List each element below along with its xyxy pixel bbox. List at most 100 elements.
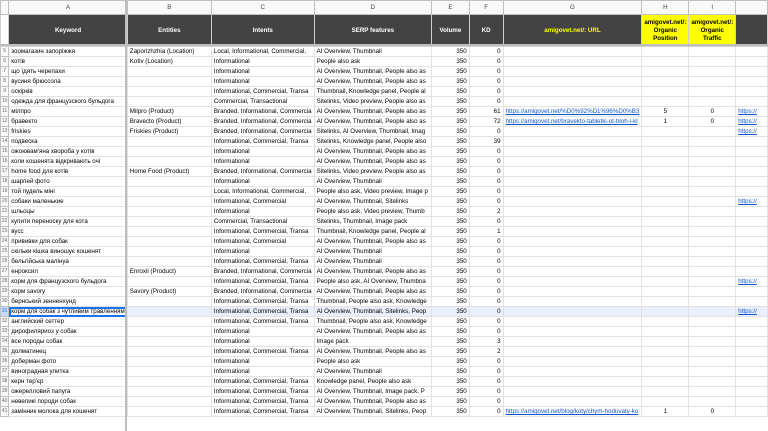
cell-serp-features[interactable]: AI Overview, Thumbnail, People also as xyxy=(313,286,433,297)
cell-url[interactable] xyxy=(502,216,643,227)
cell-volume[interactable]: 350 xyxy=(431,316,470,327)
cell-extra-url[interactable] xyxy=(735,186,768,197)
cell-entities[interactable] xyxy=(126,66,212,77)
cell-entities[interactable] xyxy=(126,256,212,267)
cell-keyword[interactable]: шльоцы xyxy=(8,206,128,217)
cell-serp-features[interactable]: AI Overview, Thumbnail xyxy=(313,176,433,187)
cell-extra-url[interactable]: https:// xyxy=(735,116,768,127)
cell-organic-position[interactable] xyxy=(641,66,690,77)
row-number[interactable]: 35 xyxy=(0,346,10,357)
cell-entities[interactable] xyxy=(126,316,212,327)
cell-intents[interactable]: Informational, Commercial, Transa xyxy=(210,406,315,417)
cell-organic-traffic[interactable] xyxy=(688,176,737,187)
cell-extra-url[interactable]: https:// xyxy=(735,126,768,137)
header-extra[interactable] xyxy=(735,14,768,47)
cell-serp-features[interactable]: AI Overview, Thumbnail, Sitelinks, Peop xyxy=(313,406,433,417)
cell-volume[interactable]: 350 xyxy=(431,226,470,237)
cell-organic-traffic[interactable] xyxy=(688,216,737,227)
cell-extra-url[interactable] xyxy=(735,366,768,377)
header-entities[interactable]: Entities xyxy=(126,14,212,47)
header-volume[interactable]: Volume xyxy=(431,14,470,47)
cell-url[interactable] xyxy=(502,206,643,217)
cell-keyword[interactable]: що їдять черепахи xyxy=(8,66,128,77)
cell-organic-traffic[interactable] xyxy=(688,396,737,407)
cell-kd[interactable]: 2 xyxy=(468,206,504,217)
cell-organic-position[interactable] xyxy=(641,366,690,377)
cell-intents[interactable]: Informational, Commercial, Transa xyxy=(210,386,315,397)
cell-kd[interactable]: 0 xyxy=(468,86,504,97)
cell-kd[interactable]: 0 xyxy=(468,66,504,77)
cell-keyword[interactable]: все породы собак xyxy=(8,336,128,347)
cell-url[interactable] xyxy=(502,156,643,167)
row-number[interactable]: 33 xyxy=(0,326,10,337)
cell-organic-traffic[interactable] xyxy=(688,146,737,157)
cell-url[interactable] xyxy=(502,386,643,397)
cell-serp-features[interactable]: AI Overview, Thumbnail, People also as xyxy=(313,266,433,277)
cell-organic-traffic[interactable]: 0 xyxy=(688,106,737,117)
cell-organic-traffic[interactable] xyxy=(688,336,737,347)
cell-url[interactable] xyxy=(502,286,643,297)
cell-organic-traffic[interactable] xyxy=(688,386,737,397)
row-number[interactable]: 8 xyxy=(0,76,10,87)
cell-intents[interactable]: Informational xyxy=(210,366,315,377)
cell-extra-url[interactable] xyxy=(735,76,768,87)
row-number[interactable]: 38 xyxy=(0,376,10,387)
cell-intents[interactable]: Informational xyxy=(210,156,315,167)
cell-volume[interactable]: 350 xyxy=(431,116,470,127)
frozen-row-divider[interactable] xyxy=(0,44,768,46)
cell-kd[interactable]: 2 xyxy=(468,346,504,357)
cell-url[interactable]: https://amigovet.net/blog/koty/chym-hodu… xyxy=(502,406,643,417)
cell-url[interactable] xyxy=(502,336,643,347)
row-number[interactable]: 7 xyxy=(0,66,10,77)
cell-volume[interactable]: 350 xyxy=(431,366,470,377)
cell-keyword[interactable]: зоомагазин запоріжжя xyxy=(8,46,128,57)
cell-keyword[interactable]: подвеска xyxy=(8,136,128,147)
cell-intents[interactable]: Informational, Commercial, Transa xyxy=(210,316,315,327)
cell-entities[interactable] xyxy=(126,326,212,337)
cell-extra-url[interactable] xyxy=(735,176,768,187)
cell-extra-url[interactable] xyxy=(735,336,768,347)
cell-kd[interactable]: 0 xyxy=(468,76,504,87)
cell-volume[interactable]: 350 xyxy=(431,146,470,157)
cell-kd[interactable]: 39 xyxy=(468,136,504,147)
cell-url[interactable]: https://amigovet.net/bravekto-tabletki-o… xyxy=(502,116,643,127)
cell-keyword[interactable]: купити переноску для кота xyxy=(8,216,128,227)
cell-organic-position[interactable] xyxy=(641,346,690,357)
cell-kd[interactable]: 0 xyxy=(468,386,504,397)
cell-entities[interactable] xyxy=(126,246,212,257)
cell-serp-features[interactable]: People also ask, Video preview, Image p xyxy=(313,186,433,197)
cell-keyword[interactable]: бернський зенненхунд xyxy=(8,296,128,307)
cell-extra-url[interactable] xyxy=(735,326,768,337)
cell-keyword[interactable]: английский сеттер xyxy=(8,316,128,327)
cell-organic-position[interactable] xyxy=(641,166,690,177)
cell-serp-features[interactable]: AI Overview, Thumbnail, People also as xyxy=(313,346,433,357)
cell-intents[interactable]: Informational, Commercial, Transa xyxy=(210,346,315,357)
cell-organic-position[interactable] xyxy=(641,386,690,397)
cell-volume[interactable]: 350 xyxy=(431,406,470,417)
cell-entities[interactable] xyxy=(126,216,212,227)
header-row-number[interactable] xyxy=(0,14,10,47)
cell-volume[interactable]: 350 xyxy=(431,66,470,77)
cell-extra-url[interactable] xyxy=(735,56,768,67)
cell-organic-position[interactable] xyxy=(641,176,690,187)
cell-organic-traffic[interactable] xyxy=(688,96,737,107)
cell-url[interactable] xyxy=(502,266,643,277)
cell-volume[interactable]: 350 xyxy=(431,136,470,147)
cell-url[interactable] xyxy=(502,76,643,87)
cell-entities[interactable] xyxy=(126,236,212,247)
cell-entities[interactable]: Enroxil (Product) xyxy=(126,266,212,277)
cell-serp-features[interactable]: Sitelinks, Knowledge panel, People also xyxy=(313,136,433,147)
cell-organic-position[interactable] xyxy=(641,306,690,317)
cell-organic-traffic[interactable] xyxy=(688,376,737,387)
cell-entities[interactable] xyxy=(126,356,212,367)
cell-entities[interactable] xyxy=(126,206,212,217)
cell-keyword[interactable]: корм для собак з чутливим травленням xyxy=(8,306,128,317)
cell-entities[interactable] xyxy=(126,406,212,417)
row-number[interactable]: 6 xyxy=(0,56,10,67)
cell-volume[interactable]: 350 xyxy=(431,296,470,307)
cell-extra-url[interactable]: https:// xyxy=(735,196,768,207)
cell-serp-features[interactable]: Sitelinks, Video preview, People also as xyxy=(313,166,433,177)
cell-intents[interactable]: Informational, Commercial, Transa xyxy=(210,276,315,287)
cell-entities[interactable] xyxy=(126,136,212,147)
cell-organic-traffic[interactable] xyxy=(688,306,737,317)
